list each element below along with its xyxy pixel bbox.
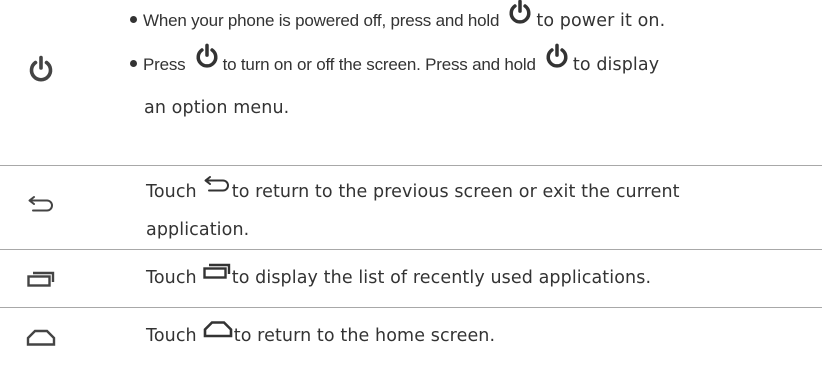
power-icon (508, 0, 532, 37)
back-icon (22, 195, 60, 213)
power-bullet-2-text-middle: to turn on or off the screen. Press and … (222, 55, 536, 74)
back-text-line2: application. (146, 220, 250, 240)
power-icon (22, 55, 60, 83)
recent-apps-icon (22, 271, 60, 287)
power-bullet-2-text-before: Press (143, 55, 186, 74)
home-icon (22, 329, 60, 346)
home-text: Touch to return to the home screen. (146, 318, 812, 354)
power-icon (195, 43, 219, 81)
power-row: When your phone is powered off, press an… (0, 0, 822, 162)
back-text-after: to return to the previous screen or exit… (231, 182, 680, 202)
recent-apps-text-before: Touch (146, 268, 197, 288)
power-bullet-1-text-after: to power it on. (536, 11, 666, 31)
power-bullet-2-text-after: to display (572, 55, 660, 75)
power-bullet-2-line2: an option menu. (144, 98, 290, 118)
recent-apps-text: Touch to display the list of recently us… (146, 260, 812, 296)
bullet (130, 15, 137, 23)
power-icon (545, 43, 569, 81)
home-text-after: to return to the home screen. (233, 326, 496, 346)
recent-apps-icon (203, 257, 231, 293)
back-row: Touch to return to the previous screen o… (0, 166, 822, 246)
back-icon (203, 170, 231, 206)
recent-apps-row: Touch to display the list of recently us… (0, 250, 822, 305)
bullet (130, 59, 137, 67)
home-row: Touch to return to the home screen. (0, 308, 822, 368)
recent-apps-text-after: to display the list of recently used app… (231, 268, 652, 288)
power-bullet-1: When your phone is powered off, press an… (130, 0, 812, 40)
back-text: Touch to return to the previous screen o… (146, 174, 812, 210)
home-text-before: Touch (146, 326, 197, 346)
home-icon (203, 315, 233, 351)
power-bullet-2: Press to turn on or off the screen. Pres… (130, 43, 812, 84)
back-text-before: Touch (146, 182, 197, 202)
power-bullet-1-text-before: When your phone is powered off, press an… (143, 11, 500, 30)
